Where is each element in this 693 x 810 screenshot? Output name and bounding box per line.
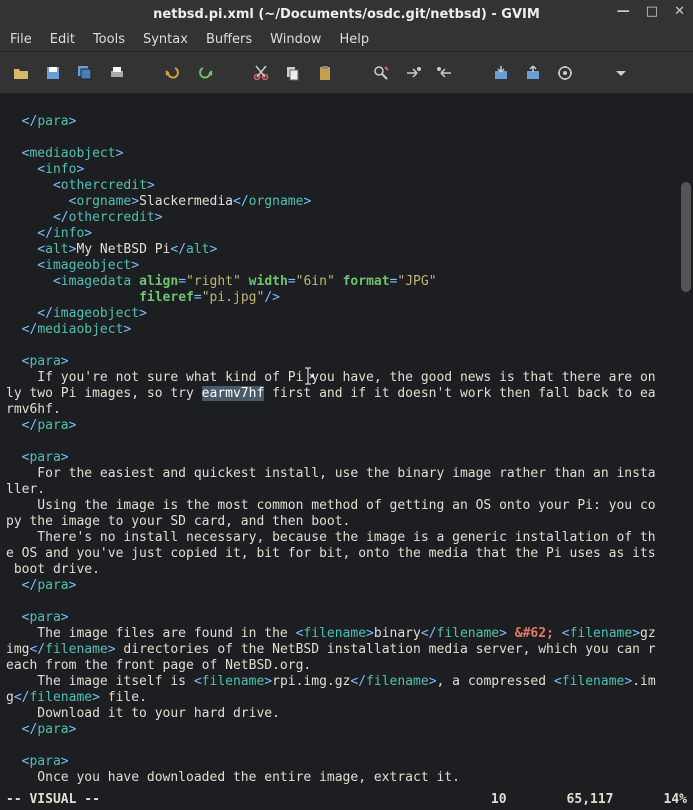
menu-window[interactable]: Window — [270, 32, 321, 47]
load-session-icon[interactable] — [490, 62, 512, 84]
status-line: -- VISUAL -- 10 65,117 14% — [0, 792, 693, 810]
menu-tools[interactable]: Tools — [93, 32, 125, 47]
minimize-button[interactable]: — — [617, 4, 630, 19]
title-bar: netbsd.pi.xml (~/Documents/osdc.git/netb… — [0, 0, 693, 28]
menu-buffers[interactable]: Buffers — [206, 32, 252, 47]
menu-edit[interactable]: Edit — [50, 32, 75, 47]
undo-icon[interactable] — [162, 62, 184, 84]
find-replace-icon[interactable] — [370, 62, 392, 84]
status-percent: 14% — [664, 792, 687, 810]
save-all-icon[interactable] — [74, 62, 96, 84]
menu-bar: File Edit Tools Syntax Buffers Window He… — [0, 28, 693, 52]
status-col1: 10 — [491, 792, 507, 810]
status-position: 65,117 — [567, 792, 614, 810]
maximize-button[interactable]: □ — [646, 4, 658, 19]
close-button[interactable]: ✕ — [674, 4, 685, 19]
scrollbar[interactable] — [681, 94, 691, 790]
save-session-icon[interactable] — [522, 62, 544, 84]
dropdown-icon[interactable] — [610, 62, 632, 84]
menu-file[interactable]: File — [10, 32, 32, 47]
cut-icon[interactable] — [250, 62, 272, 84]
paste-icon[interactable] — [314, 62, 336, 84]
print-icon[interactable] — [106, 62, 128, 84]
run-script-icon[interactable] — [554, 62, 576, 84]
editor-area[interactable]: </para> <mediaobject> <info> <othercredi… — [0, 94, 693, 790]
scrollbar-thumb[interactable] — [681, 182, 691, 292]
find-prev-icon[interactable] — [434, 62, 456, 84]
menu-help[interactable]: Help — [339, 32, 369, 47]
redo-icon[interactable] — [194, 62, 216, 84]
find-next-icon[interactable] — [402, 62, 424, 84]
visual-selection: earmv7hf — [202, 386, 265, 401]
menu-syntax[interactable]: Syntax — [143, 32, 188, 47]
open-icon[interactable] — [10, 62, 32, 84]
save-icon[interactable] — [42, 62, 64, 84]
window-title: netbsd.pi.xml (~/Documents/osdc.git/netb… — [153, 7, 540, 22]
toolbar — [0, 52, 693, 94]
mode-indicator: -- VISUAL -- — [6, 792, 100, 810]
copy-icon[interactable] — [282, 62, 304, 84]
